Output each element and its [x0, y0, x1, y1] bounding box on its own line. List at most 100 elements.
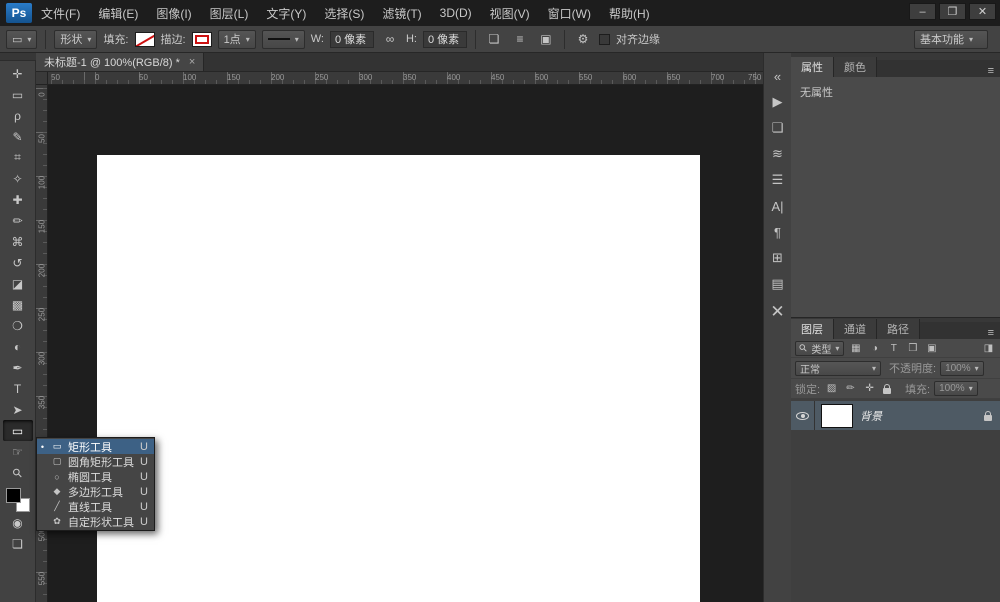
flyout-item-custom-shape-tool[interactable]: ✿ 自定形状工具 U [37, 514, 154, 529]
tab-paths[interactable]: 路径 [877, 319, 920, 339]
menu-file[interactable]: 文件(F) [32, 0, 89, 26]
horizontal-ruler[interactable]: 50 0 50 100 150 200 250 300 350 400 450 … [48, 72, 763, 85]
workspace-select[interactable]: 基本功能 ▾ [914, 30, 988, 49]
menu-window[interactable]: 窗口(W) [539, 0, 600, 26]
menu-filter[interactable]: 滤镜(T) [373, 0, 430, 26]
path-alignment-icon[interactable]: ≡ [510, 30, 530, 49]
fill-input[interactable]: 100% ▾ [934, 381, 978, 396]
type-tool-button[interactable]: T [3, 378, 33, 399]
lock-transparency-icon[interactable]: ▨ [824, 383, 839, 394]
filter-type-layers-icon[interactable]: T [886, 343, 901, 354]
tool-preset-picker[interactable]: ▭ ▾ [6, 30, 37, 49]
path-selection-tool-button[interactable]: ➤ [3, 399, 33, 420]
path-arrangement-icon[interactable]: ▣ [536, 30, 556, 49]
filter-toggle-icon[interactable]: ◨ [981, 343, 996, 354]
hand-tool-button[interactable]: ☞ [3, 441, 33, 462]
blur-tool-button[interactable]: ❍ [3, 315, 33, 336]
move-tool-button[interactable]: ✛ [3, 63, 33, 84]
character-panel-icon[interactable]: A| [766, 195, 790, 217]
canvas-viewport[interactable] [48, 85, 763, 602]
filter-adjustment-layers-icon[interactable]: ◑ [867, 343, 882, 354]
stroke-swatch[interactable] [192, 32, 212, 47]
canvas[interactable] [97, 155, 700, 602]
lock-all-icon[interactable] [883, 388, 891, 394]
menu-edit[interactable]: 编辑(E) [89, 0, 147, 26]
styles-panel-icon[interactable]: ❏ [766, 117, 790, 139]
tool-mode-select[interactable]: 形状 ▾ [54, 30, 97, 49]
fill-swatch[interactable] [135, 32, 155, 47]
close-button[interactable]: ✕ [969, 3, 996, 20]
lock-pixels-icon[interactable]: ✏ [843, 383, 858, 394]
brush-tool-button[interactable]: ✏ [3, 210, 33, 231]
quick-selection-tool-button[interactable]: ✎ [3, 126, 33, 147]
tab-properties[interactable]: 属性 [791, 57, 834, 77]
eraser-tool-button[interactable]: ◪ [3, 273, 33, 294]
panel-menu-icon[interactable]: ≡ [982, 65, 1000, 77]
tab-close-icon[interactable]: × [189, 56, 195, 68]
layer-comps-panel-icon[interactable]: ⊞ [766, 247, 790, 269]
adjustments-panel-icon[interactable]: ☰ [766, 169, 790, 191]
gradient-tool-button[interactable]: ▩ [3, 294, 33, 315]
maximize-button[interactable]: ❐ [939, 3, 966, 20]
minimize-button[interactable]: – [909, 3, 936, 20]
menu-3d[interactable]: 3D(D) [431, 0, 481, 26]
path-operations-icon[interactable]: ❏ [484, 30, 504, 49]
filter-shape-layers-icon[interactable]: ❒ [905, 343, 920, 354]
gear-icon[interactable]: ⚙ [573, 30, 593, 49]
flyout-item-ellipse-tool[interactable]: ○ 椭圆工具 U [37, 469, 154, 484]
pen-tool-button[interactable]: ✒ [3, 357, 33, 378]
layer-visibility-cell[interactable] [791, 401, 815, 430]
eye-icon[interactable] [796, 412, 809, 420]
flyout-item-rounded-rectangle-tool[interactable]: ▢ 圆角矩形工具 U [37, 454, 154, 469]
width-input[interactable]: 0 像素 [330, 31, 374, 48]
menu-image[interactable]: 图像(I) [147, 0, 200, 26]
layer-filter-select[interactable]: ⚲ 类型 ▾ [795, 341, 844, 356]
menu-help[interactable]: 帮助(H) [600, 0, 659, 26]
tab-layers[interactable]: 图层 [791, 319, 834, 339]
brush-panel-icon[interactable]: ≋ [766, 143, 790, 165]
clone-stamp-tool-button[interactable]: ⌘ [3, 231, 33, 252]
zoom-tool-button[interactable]: ⚲ [3, 462, 33, 483]
tab-channels[interactable]: 通道 [834, 319, 877, 339]
align-edges-checkbox[interactable] [599, 34, 610, 45]
info-panel-icon[interactable]: ▤ [766, 273, 790, 295]
rectangle-tool-button[interactable]: ▭ [3, 420, 33, 441]
menu-type[interactable]: 文字(Y) [257, 0, 315, 26]
link-dimensions-icon[interactable]: ∞ [380, 30, 400, 49]
ruler-origin-corner[interactable] [36, 72, 48, 85]
dodge-tool-button[interactable]: ◐ [3, 336, 33, 357]
filter-pixel-layers-icon[interactable]: ▦ [848, 343, 863, 354]
stroke-width-select[interactable]: 1点 ▾ [218, 30, 256, 49]
flyout-item-polygon-tool[interactable]: ◆ 多边形工具 U [37, 484, 154, 499]
toolbar-collapse-handle[interactable] [0, 53, 36, 61]
healing-brush-tool-button[interactable]: ✚ [3, 189, 33, 210]
menu-select[interactable]: 选择(S) [315, 0, 373, 26]
measure-panel-icon[interactable]: ✕ [766, 299, 790, 325]
document-tab[interactable]: 未标题-1 @ 100%(RGB/8) * × [36, 53, 204, 71]
blend-mode-select[interactable]: 正常 ▾ [795, 361, 881, 376]
opacity-input[interactable]: 100% ▾ [940, 361, 984, 376]
crop-tool-button[interactable]: ⌗ [3, 147, 33, 168]
quick-mask-button[interactable]: ◉ [3, 512, 33, 533]
layer-thumbnail[interactable] [821, 404, 853, 428]
menu-view[interactable]: 视图(V) [481, 0, 539, 26]
stroke-style-select[interactable]: ▾ [262, 30, 305, 49]
marquee-tool-button[interactable]: ▭ [3, 84, 33, 105]
flyout-item-line-tool[interactable]: ╱ 直线工具 U [37, 499, 154, 514]
collapse-panels-icon[interactable]: « [766, 65, 790, 87]
paragraph-panel-icon[interactable]: ¶ [766, 221, 790, 243]
screen-mode-button[interactable]: ❏ [3, 533, 33, 554]
layer-row-background[interactable]: 背景 [791, 401, 1000, 430]
flyout-item-rectangle-tool[interactable]: • ▭ 矩形工具 U [37, 439, 154, 454]
tab-color[interactable]: 颜色 [834, 57, 877, 77]
panel-menu-icon[interactable]: ≡ [982, 327, 1000, 339]
foreground-color-swatch[interactable] [6, 488, 21, 503]
actions-panel-icon[interactable]: ▶ [766, 91, 790, 113]
height-input[interactable]: 0 像素 [423, 31, 467, 48]
lock-position-icon[interactable]: ✛ [862, 383, 877, 394]
filter-smart-object-layers-icon[interactable]: ▣ [924, 343, 939, 354]
lasso-tool-button[interactable]: ρ [3, 105, 33, 126]
eyedropper-tool-button[interactable]: ✧ [3, 168, 33, 189]
history-brush-tool-button[interactable]: ↺ [3, 252, 33, 273]
menu-layer[interactable]: 图层(L) [201, 0, 258, 26]
